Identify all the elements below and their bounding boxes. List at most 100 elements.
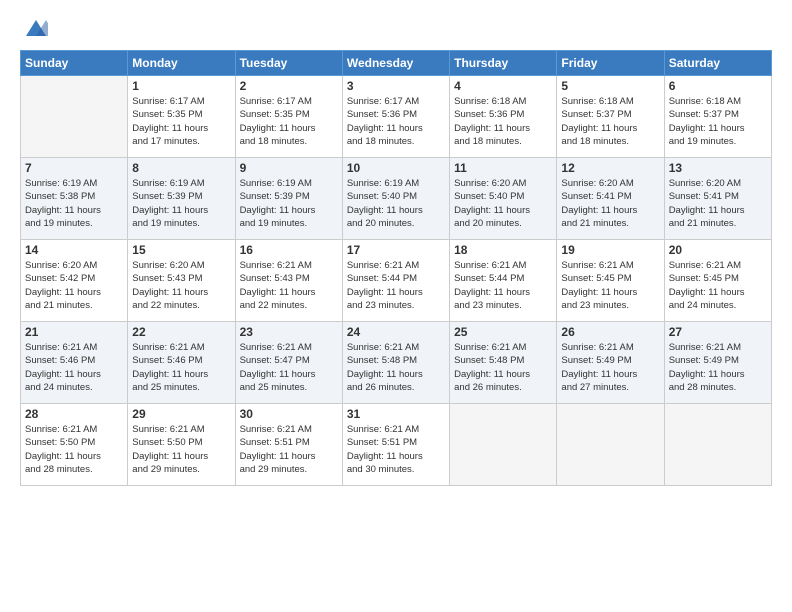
cell-line: Sunset: 5:45 PM xyxy=(561,272,659,285)
cell-line: Sunset: 5:35 PM xyxy=(132,108,230,121)
cell-line: Sunrise: 6:21 AM xyxy=(25,341,123,354)
cell-line: and 21 minutes. xyxy=(561,217,659,230)
cell-line: Sunset: 5:36 PM xyxy=(347,108,445,121)
cell-line: and 18 minutes. xyxy=(347,135,445,148)
day-number: 13 xyxy=(669,161,767,175)
cell-line: Daylight: 11 hours xyxy=(454,368,552,381)
cell-line: Sunset: 5:49 PM xyxy=(561,354,659,367)
cell-line: Sunset: 5:51 PM xyxy=(347,436,445,449)
cell-line: Daylight: 11 hours xyxy=(561,204,659,217)
header-row: SundayMondayTuesdayWednesdayThursdayFrid… xyxy=(21,51,772,76)
cell-line: Daylight: 11 hours xyxy=(25,450,123,463)
cell-line: Sunrise: 6:18 AM xyxy=(454,95,552,108)
day-number: 14 xyxy=(25,243,123,257)
header-cell-wednesday: Wednesday xyxy=(342,51,449,76)
cell-line: Daylight: 11 hours xyxy=(25,286,123,299)
day-number: 28 xyxy=(25,407,123,421)
cell-line: and 26 minutes. xyxy=(454,381,552,394)
cell-line: Daylight: 11 hours xyxy=(240,204,338,217)
cell-line: and 30 minutes. xyxy=(347,463,445,476)
cell-line: Sunset: 5:41 PM xyxy=(561,190,659,203)
cell-line: Sunrise: 6:21 AM xyxy=(347,341,445,354)
cell-line: Sunset: 5:37 PM xyxy=(561,108,659,121)
calendar-cell: 19Sunrise: 6:21 AMSunset: 5:45 PMDayligh… xyxy=(557,240,664,322)
day-number: 9 xyxy=(240,161,338,175)
cell-line: Sunrise: 6:21 AM xyxy=(132,341,230,354)
cell-line: Sunset: 5:41 PM xyxy=(669,190,767,203)
cell-line: and 22 minutes. xyxy=(240,299,338,312)
week-row-3: 21Sunrise: 6:21 AMSunset: 5:46 PMDayligh… xyxy=(21,322,772,404)
calendar-cell: 15Sunrise: 6:20 AMSunset: 5:43 PMDayligh… xyxy=(128,240,235,322)
day-number: 26 xyxy=(561,325,659,339)
header-cell-thursday: Thursday xyxy=(450,51,557,76)
day-number: 16 xyxy=(240,243,338,257)
calendar-cell: 26Sunrise: 6:21 AMSunset: 5:49 PMDayligh… xyxy=(557,322,664,404)
day-number: 8 xyxy=(132,161,230,175)
day-number: 19 xyxy=(561,243,659,257)
calendar-cell: 12Sunrise: 6:20 AMSunset: 5:41 PMDayligh… xyxy=(557,158,664,240)
cell-line: and 27 minutes. xyxy=(561,381,659,394)
calendar-cell: 6Sunrise: 6:18 AMSunset: 5:37 PMDaylight… xyxy=(664,76,771,158)
cell-line: Sunset: 5:46 PM xyxy=(25,354,123,367)
cell-line: Daylight: 11 hours xyxy=(132,204,230,217)
header-cell-sunday: Sunday xyxy=(21,51,128,76)
cell-line: Sunrise: 6:21 AM xyxy=(669,259,767,272)
day-number: 27 xyxy=(669,325,767,339)
cell-line: Sunset: 5:40 PM xyxy=(347,190,445,203)
calendar-cell: 11Sunrise: 6:20 AMSunset: 5:40 PMDayligh… xyxy=(450,158,557,240)
cell-line: Sunrise: 6:20 AM xyxy=(132,259,230,272)
day-number: 17 xyxy=(347,243,445,257)
cell-line: Daylight: 11 hours xyxy=(561,368,659,381)
cell-line: Sunrise: 6:21 AM xyxy=(240,423,338,436)
cell-line: Daylight: 11 hours xyxy=(669,204,767,217)
cell-line: Sunset: 5:36 PM xyxy=(454,108,552,121)
cell-line: Daylight: 11 hours xyxy=(347,368,445,381)
cell-line: Sunset: 5:44 PM xyxy=(454,272,552,285)
calendar-cell: 29Sunrise: 6:21 AMSunset: 5:50 PMDayligh… xyxy=(128,404,235,486)
cell-line: Sunrise: 6:21 AM xyxy=(454,341,552,354)
logo-icon xyxy=(24,16,48,40)
cell-line: Daylight: 11 hours xyxy=(240,286,338,299)
cell-line: Daylight: 11 hours xyxy=(347,286,445,299)
cell-line: and 24 minutes. xyxy=(669,299,767,312)
cell-line: Sunset: 5:39 PM xyxy=(240,190,338,203)
cell-line: Sunset: 5:42 PM xyxy=(25,272,123,285)
cell-line: and 18 minutes. xyxy=(454,135,552,148)
cell-line: Sunset: 5:50 PM xyxy=(25,436,123,449)
cell-line: Sunrise: 6:21 AM xyxy=(240,341,338,354)
logo xyxy=(20,16,48,40)
cell-line: and 23 minutes. xyxy=(561,299,659,312)
cell-line: Sunrise: 6:21 AM xyxy=(347,423,445,436)
week-row-4: 28Sunrise: 6:21 AMSunset: 5:50 PMDayligh… xyxy=(21,404,772,486)
day-number: 7 xyxy=(25,161,123,175)
day-number: 5 xyxy=(561,79,659,93)
cell-line: Daylight: 11 hours xyxy=(132,450,230,463)
calendar-cell: 4Sunrise: 6:18 AMSunset: 5:36 PMDaylight… xyxy=(450,76,557,158)
calendar-cell: 1Sunrise: 6:17 AMSunset: 5:35 PMDaylight… xyxy=(128,76,235,158)
cell-line: and 28 minutes. xyxy=(25,463,123,476)
calendar-cell: 20Sunrise: 6:21 AMSunset: 5:45 PMDayligh… xyxy=(664,240,771,322)
calendar-cell: 7Sunrise: 6:19 AMSunset: 5:38 PMDaylight… xyxy=(21,158,128,240)
cell-line: Sunrise: 6:19 AM xyxy=(240,177,338,190)
cell-line: and 20 minutes. xyxy=(347,217,445,230)
cell-line: Daylight: 11 hours xyxy=(561,286,659,299)
day-number: 10 xyxy=(347,161,445,175)
cell-line: and 26 minutes. xyxy=(347,381,445,394)
calendar-cell: 30Sunrise: 6:21 AMSunset: 5:51 PMDayligh… xyxy=(235,404,342,486)
week-row-0: 1Sunrise: 6:17 AMSunset: 5:35 PMDaylight… xyxy=(21,76,772,158)
calendar-cell: 13Sunrise: 6:20 AMSunset: 5:41 PMDayligh… xyxy=(664,158,771,240)
day-number: 11 xyxy=(454,161,552,175)
calendar-cell: 9 Sunrise: 6:19 AMSunset: 5:39 PMDaylight… xyxy=(235,158,342,240)
day-number: 3 xyxy=(347,79,445,93)
cell-line: Sunset: 5:46 PM xyxy=(132,354,230,367)
calendar-cell: 17Sunrise: 6:21 AMSunset: 5:44 PMDayligh… xyxy=(342,240,449,322)
calendar-cell: 16Sunrise: 6:21 AMSunset: 5:43 PMDayligh… xyxy=(235,240,342,322)
cell-line: and 23 minutes. xyxy=(347,299,445,312)
cell-line: Daylight: 11 hours xyxy=(25,368,123,381)
day-number: 6 xyxy=(669,79,767,93)
day-number: 2 xyxy=(240,79,338,93)
cell-line: Sunrise: 6:20 AM xyxy=(561,177,659,190)
cell-line: Sunset: 5:45 PM xyxy=(669,272,767,285)
cell-line: and 19 minutes. xyxy=(132,217,230,230)
calendar-cell: 21Sunrise: 6:21 AMSunset: 5:46 PMDayligh… xyxy=(21,322,128,404)
